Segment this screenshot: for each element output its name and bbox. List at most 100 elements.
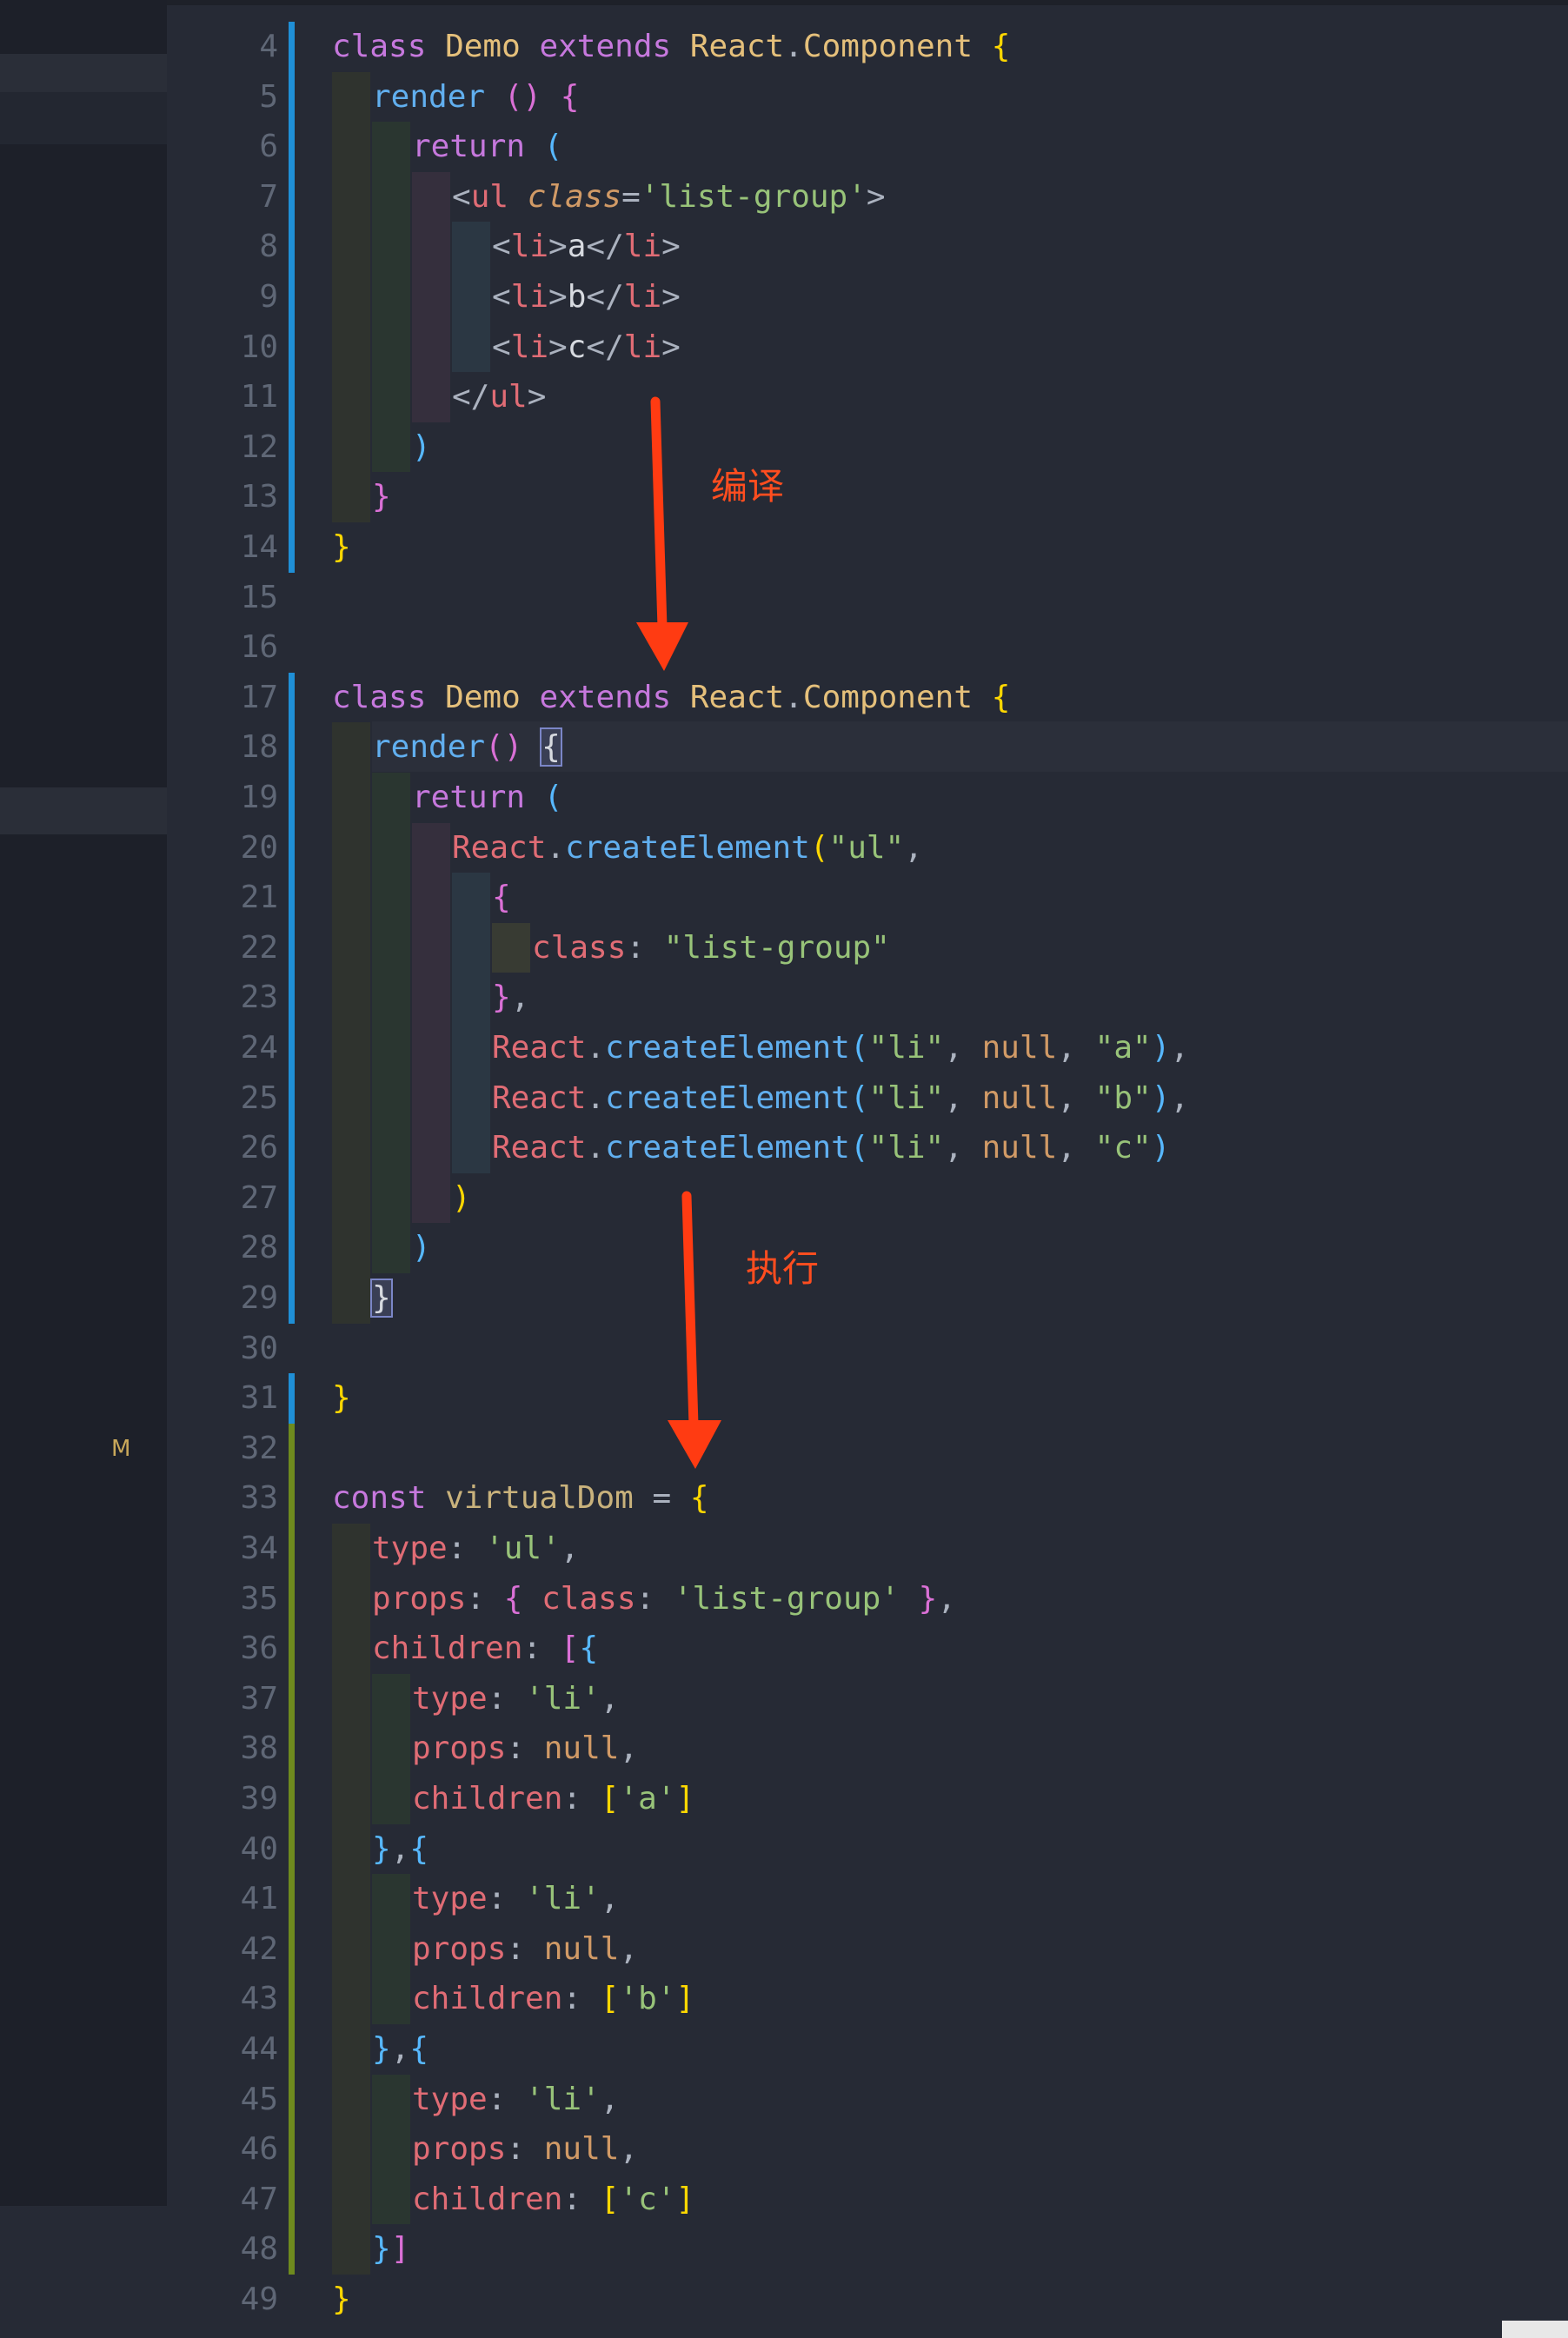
code-line[interactable]: children: ['a'] — [412, 1774, 694, 1824]
code-line[interactable]: type: 'li', — [412, 1874, 619, 1924]
code-token: li — [510, 329, 549, 365]
code-token: props — [412, 1930, 507, 1967]
code-token: < — [492, 229, 511, 265]
code-line[interactable]: React.createElement("li", null, "b"), — [492, 1073, 1189, 1124]
code-editor[interactable]: 4 5 6 7 8 9 10 11 12 13 14 15 16 17 18 19 20 21 22 23 24 25 26… — [167, 0, 1568, 2338]
code-token: : — [466, 1580, 486, 1617]
code-line[interactable]: },{ — [372, 1824, 429, 1875]
indent-guide — [332, 822, 370, 873]
code-line[interactable]: <li>b</li> — [492, 272, 681, 322]
code-token: , — [619, 2131, 639, 2168]
indent-guide — [372, 1123, 410, 1173]
indent-guide — [332, 973, 370, 1023]
code-line[interactable]: }] — [372, 2224, 409, 2275]
code-token: class — [332, 679, 427, 715]
code-line[interactable]: ) — [412, 422, 431, 473]
code-line[interactable]: } — [332, 522, 351, 573]
code-token: return — [412, 129, 526, 165]
code-token: class — [527, 178, 622, 215]
sidebar-item[interactable] — [0, 54, 167, 92]
line-number: 4 — [259, 29, 278, 64]
indent-guide — [372, 1223, 410, 1273]
code-line[interactable]: React.createElement("ul", — [452, 823, 923, 873]
code-line[interactable]: props: null, — [412, 1724, 638, 1774]
code-line[interactable]: const virtualDom = { — [332, 1473, 709, 1524]
code-line[interactable]: },{ — [372, 2024, 429, 2075]
code-token: "list-group" — [663, 929, 890, 966]
code-token: "li" — [868, 1079, 945, 1116]
code-token: ] — [675, 2181, 695, 2217]
code-line[interactable]: props: null, — [412, 2124, 638, 2175]
code-token: < — [452, 178, 471, 215]
code-line[interactable]: <ul class='list-group'> — [452, 172, 886, 223]
git-modified-bar — [289, 1373, 295, 1424]
code-token: < — [492, 329, 511, 365]
indent-guide — [452, 873, 490, 923]
code-token: { — [540, 727, 562, 767]
code-line[interactable]: </ul> — [452, 372, 546, 422]
code-line[interactable]: <li>a</li> — [492, 222, 681, 272]
code-token: </ — [586, 279, 624, 315]
code-line[interactable]: } — [332, 1373, 351, 1424]
code-token: const — [332, 1480, 427, 1517]
code-token: ] — [675, 1781, 695, 1817]
code-line[interactable]: type: 'li', — [412, 1674, 619, 1724]
indent-guide — [332, 1974, 370, 2024]
code-line[interactable]: return ( — [412, 773, 562, 823]
code-line[interactable]: class: "list-group" — [532, 923, 890, 973]
code-line[interactable]: return ( — [412, 122, 562, 172]
indent-guide — [412, 922, 450, 973]
code-line[interactable]: children: ['c'] — [412, 2175, 694, 2225]
code-line[interactable]: ) — [452, 1173, 471, 1224]
code-line[interactable]: children: [{ — [372, 1624, 598, 1674]
code-line[interactable]: children: ['b'] — [412, 1974, 694, 2024]
code-line[interactable]: props: { class: 'list-group' }, — [372, 1574, 956, 1624]
code-token: { — [991, 679, 1011, 715]
code-token: > — [527, 379, 547, 415]
sidebar-item[interactable] — [0, 92, 167, 144]
line-number: 6 — [259, 129, 278, 165]
code-line[interactable]: } — [372, 472, 391, 522]
code-token: , — [944, 1079, 963, 1116]
code-token: type — [372, 1531, 448, 1566]
code-line[interactable]: React.createElement("li", null, "c") — [492, 1123, 1170, 1173]
indent-guide — [332, 2074, 370, 2125]
code-line[interactable]: ) — [412, 1223, 431, 1273]
code-line[interactable]: } — [370, 1273, 393, 1324]
code-line[interactable]: type: 'li', — [412, 2075, 619, 2125]
code-line[interactable]: class Demo extends React.Component { — [332, 673, 1010, 723]
code-line[interactable]: { — [492, 873, 511, 923]
code-token: [ — [600, 2181, 620, 2217]
code-token: ) — [1151, 1130, 1171, 1166]
code-token: type — [412, 1881, 488, 1917]
code-line[interactable]: render () { — [372, 72, 579, 123]
indent-guide — [372, 822, 410, 873]
code-token: React — [689, 679, 785, 715]
indent-guide — [332, 1823, 370, 1875]
code-line[interactable]: <li>c</li> — [492, 322, 681, 373]
indent-guide — [332, 122, 370, 172]
code-token: : — [562, 2181, 582, 2217]
line-number: 8 — [259, 229, 278, 265]
code-line[interactable]: render() { — [372, 722, 562, 773]
code-line[interactable]: } — [332, 2275, 351, 2325]
code-line[interactable]: }, — [492, 973, 529, 1023]
code-line[interactable]: type: 'ul', — [372, 1524, 579, 1574]
code-token: React — [492, 1030, 587, 1066]
code-token: null — [543, 1930, 620, 1967]
code-token: li — [510, 229, 549, 265]
code-line[interactable]: props: null, — [412, 1924, 638, 1975]
line-number: 25 — [240, 1079, 278, 1116]
code-line[interactable]: class Demo extends React.Component { — [332, 22, 1010, 72]
code-line[interactable]: React.createElement("li", null, "a"), — [492, 1023, 1189, 1073]
sidebar-item-selected[interactable] — [0, 787, 167, 834]
